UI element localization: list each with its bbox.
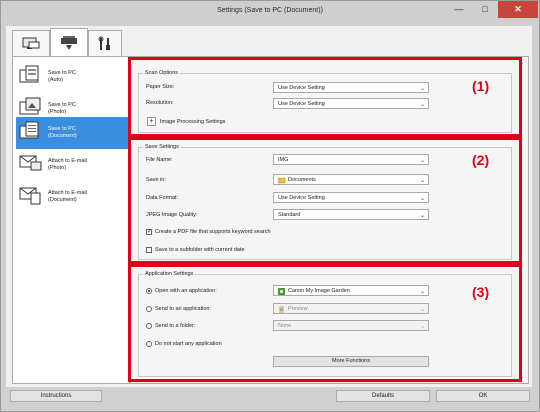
list-item-label: Save to PC (Document) bbox=[48, 126, 77, 139]
list-item-label: Attach to E-mail (Document) bbox=[48, 190, 87, 203]
save-settings-title: Save Settings bbox=[143, 144, 181, 150]
instructions-button[interactable]: Instructions bbox=[10, 390, 102, 402]
auto-doc-icon bbox=[19, 65, 39, 83]
application-settings-title: Application Settings bbox=[143, 271, 196, 277]
chevron-down-icon: ⌄ bbox=[419, 178, 425, 184]
chevron-down-icon: ⌄ bbox=[419, 307, 425, 313]
annotation-label-2: (2) bbox=[472, 152, 490, 168]
title-bar: Settings (Save to PC (Document)) — □ ✕ bbox=[1, 1, 539, 21]
chevron-down-icon: ⌄ bbox=[419, 196, 425, 202]
file-name-label: File Name: bbox=[146, 157, 173, 163]
resolution-select[interactable]: Use Device Setting ⌄ bbox=[273, 98, 429, 109]
list-item-label: Save to PC (Photo) bbox=[48, 102, 76, 115]
save-in-select[interactable]: Documents ⌄ bbox=[273, 174, 429, 185]
email-photo-icon bbox=[19, 155, 42, 171]
send-to-application-radio[interactable] bbox=[146, 306, 152, 312]
list-item-label: Attach to E-mail (Photo) bbox=[48, 158, 87, 171]
tab-scan-from-computer[interactable] bbox=[12, 30, 50, 56]
no-application-radio[interactable] bbox=[146, 341, 152, 347]
tab-general-settings[interactable] bbox=[88, 30, 122, 56]
scan-type-list: Save to PC (Auto) Save to PC (Photo) Sav… bbox=[12, 56, 130, 384]
chevron-down-icon: ⌄ bbox=[419, 213, 425, 219]
document-icon bbox=[19, 121, 39, 139]
close-button[interactable]: ✕ bbox=[498, 1, 538, 18]
data-format-select[interactable]: Use Device Setting ⌄ bbox=[273, 192, 429, 203]
ok-button[interactable]: OK bbox=[436, 390, 530, 402]
computer-scan-icon bbox=[22, 37, 40, 49]
paper-size-value: Use Device Setting bbox=[278, 85, 325, 91]
expand-plus-icon[interactable]: + bbox=[147, 117, 156, 126]
scroll-up-arrow-icon[interactable]: ▲ bbox=[519, 60, 524, 66]
list-item-attach-email-photo[interactable]: Attach to E-mail (Photo) bbox=[16, 149, 128, 181]
minimize-button[interactable]: — bbox=[446, 1, 472, 18]
send-to-application-label: Send to an application: bbox=[155, 306, 211, 312]
scroll-down-arrow-icon[interactable]: ▼ bbox=[519, 376, 524, 382]
image-processing-settings-label[interactable]: Image Processing Settings bbox=[160, 119, 225, 125]
send-to-application-value: Preview bbox=[288, 306, 308, 312]
scan-options-title: Scan Options bbox=[143, 70, 181, 76]
tools-icon bbox=[98, 36, 110, 50]
chevron-down-icon: ⌄ bbox=[419, 324, 425, 330]
checkmark-icon: ✓ bbox=[147, 229, 153, 235]
pdf-keyword-label: Create a PDF file that supports keyword … bbox=[155, 229, 271, 235]
pdf-keyword-checkbox[interactable]: ✓ bbox=[146, 229, 152, 235]
paper-size-select[interactable]: Use Device Setting ⌄ bbox=[273, 82, 429, 93]
defaults-button[interactable]: Defaults bbox=[336, 390, 430, 402]
send-to-folder-select[interactable]: None ⌄ bbox=[273, 320, 429, 331]
file-name-value: IMG bbox=[278, 157, 289, 163]
scanner-icon bbox=[61, 36, 77, 50]
save-in-value: Documents bbox=[288, 177, 316, 183]
list-item-save-to-pc-auto[interactable]: Save to PC (Auto) bbox=[16, 61, 128, 93]
send-to-folder-label: Send to a folder: bbox=[155, 323, 196, 329]
annotation-label-3: (3) bbox=[472, 284, 490, 300]
photo-doc-icon bbox=[19, 97, 41, 115]
paper-size-label: Paper Size: bbox=[146, 84, 175, 90]
jpeg-quality-label: JPEG Image Quality: bbox=[146, 212, 198, 218]
annotation-label-1: (1) bbox=[472, 78, 490, 94]
file-name-combobox[interactable]: IMG ⌄ bbox=[273, 154, 429, 165]
send-to-folder-radio[interactable] bbox=[146, 323, 152, 329]
chevron-down-icon: ⌄ bbox=[419, 289, 425, 295]
my-image-garden-icon bbox=[278, 288, 285, 295]
resolution-label: Resolution: bbox=[146, 100, 174, 106]
data-format-label: Data Format: bbox=[146, 195, 179, 201]
jpeg-quality-select[interactable]: Standard ⌄ bbox=[273, 209, 429, 220]
radio-selected-dot bbox=[148, 290, 150, 292]
open-with-application-label: Open with an application: bbox=[155, 288, 217, 294]
list-item-label: Save to PC (Auto) bbox=[48, 70, 76, 83]
data-format-value: Use Device Setting bbox=[278, 195, 325, 201]
documents-folder-icon bbox=[278, 177, 286, 184]
jpeg-quality-value: Standard bbox=[278, 212, 301, 218]
maximize-button[interactable]: □ bbox=[472, 1, 498, 18]
more-functions-button[interactable]: More Functions bbox=[273, 356, 429, 367]
subfolder-date-label: Save to a subfolder with current date bbox=[155, 247, 245, 253]
open-with-application-select[interactable]: Canon My Image Garden ⌄ bbox=[273, 285, 429, 296]
chevron-down-icon: ⌄ bbox=[419, 158, 425, 164]
preview-app-icon bbox=[279, 306, 284, 313]
save-in-label: Save in: bbox=[146, 177, 166, 183]
send-to-folder-value: None bbox=[278, 323, 292, 329]
send-to-application-select[interactable]: Preview ⌄ bbox=[273, 303, 429, 314]
open-with-application-value: Canon My Image Garden bbox=[288, 288, 350, 294]
tab-scan-from-operation-panel[interactable] bbox=[50, 28, 88, 56]
subfolder-date-checkbox[interactable] bbox=[146, 247, 152, 253]
chevron-down-icon: ⌄ bbox=[419, 102, 425, 108]
open-with-application-radio[interactable] bbox=[146, 288, 152, 294]
chevron-down-icon: ⌄ bbox=[419, 86, 425, 92]
no-application-label: Do not start any application bbox=[155, 341, 222, 347]
resolution-value: Use Device Setting bbox=[278, 101, 325, 107]
list-item-save-to-pc-document[interactable]: Save to PC (Document) bbox=[16, 117, 128, 149]
email-document-icon bbox=[19, 187, 41, 205]
list-item-attach-email-document[interactable]: Attach to E-mail (Document) bbox=[16, 181, 128, 213]
